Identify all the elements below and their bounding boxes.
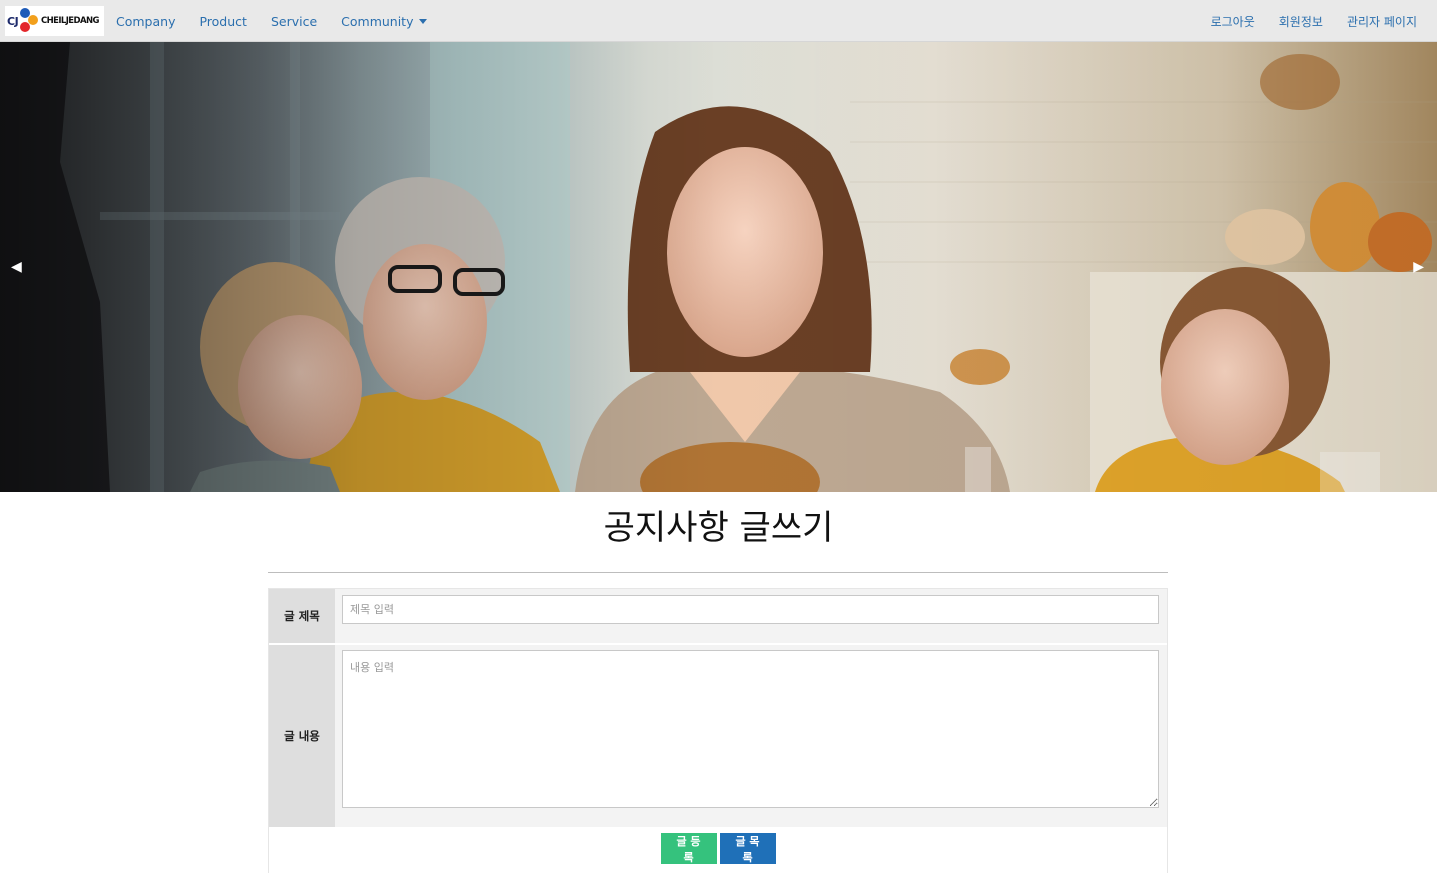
- admin-page-link[interactable]: 관리자 페이지: [1347, 13, 1417, 30]
- nav-product-link[interactable]: Product: [199, 14, 246, 29]
- form-row-content: 글 내용: [269, 645, 1167, 827]
- logo-mark-text: CJ: [7, 15, 19, 28]
- page-title: 공지사항 글쓰기: [603, 508, 834, 548]
- carousel-prev-icon[interactable]: ◀: [11, 260, 22, 274]
- notice-write-form: 글 제목 글 내용 글 등록 글 목록: [268, 588, 1168, 873]
- title-input[interactable]: [342, 595, 1159, 624]
- carousel-next-icon[interactable]: ▶: [1413, 260, 1424, 274]
- logout-link[interactable]: 로그아웃: [1211, 13, 1255, 30]
- caret-down-icon: [418, 18, 427, 24]
- title-divider: [268, 572, 1168, 573]
- logo-orange-dot: [28, 15, 38, 25]
- brand-logo[interactable]: CJ CHEILJEDANG: [5, 6, 104, 36]
- logo-red-dot: [20, 22, 30, 32]
- logo-name-text: CHEILJEDANG: [41, 16, 99, 26]
- user-nav: 로그아웃 회원정보 관리자 페이지: [1187, 0, 1417, 42]
- hero-carousel: ◀ ▶: [0, 42, 1437, 492]
- top-navbar: CJ CHEILJEDANG Company Product Service C…: [0, 0, 1437, 42]
- content-textarea[interactable]: [342, 650, 1159, 808]
- form-row-title: 글 제목: [269, 589, 1167, 643]
- nav-service-link[interactable]: Service: [271, 14, 317, 29]
- cj-logo-mark-icon: CJ: [7, 6, 41, 36]
- form-button-row: 글 등록 글 목록: [269, 833, 1167, 867]
- member-info-link[interactable]: 회원정보: [1279, 13, 1323, 30]
- content-label: 글 내용: [269, 645, 335, 827]
- title-label: 글 제목: [269, 589, 335, 643]
- nav-community-dropdown[interactable]: Community: [341, 13, 427, 29]
- hero-family-photo: [0, 42, 1437, 492]
- nav-community-label: Community: [341, 13, 414, 29]
- main-nav: Company Product Service Community: [116, 0, 451, 42]
- nav-company-link[interactable]: Company: [116, 14, 175, 29]
- submit-post-button[interactable]: 글 등록: [660, 833, 717, 864]
- post-list-button[interactable]: 글 목록: [719, 833, 776, 864]
